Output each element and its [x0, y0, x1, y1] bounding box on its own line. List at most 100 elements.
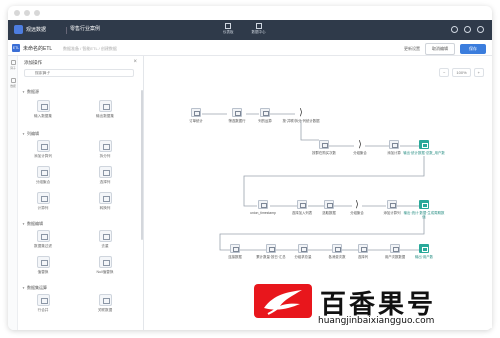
- rail-item-data[interactable]: 数据: [9, 78, 17, 88]
- help-icon[interactable]: [451, 26, 458, 33]
- flow-node-output[interactable]: 输出·统计·数据·生成周期数值: [402, 200, 446, 219]
- node-label: 分组求总量: [294, 255, 312, 259]
- group-label: 数据编辑: [26, 221, 43, 226]
- save-button[interactable]: 保存: [460, 44, 486, 54]
- table-icon: [298, 244, 308, 253]
- group-label: 数据源: [26, 89, 39, 94]
- rail-item-operators[interactable]: 算子: [9, 60, 17, 70]
- table-icon: [358, 244, 368, 253]
- dedupe-icon: [98, 230, 112, 242]
- node-label: union_timestamp: [250, 211, 276, 215]
- chevron-down-icon: ▼: [22, 222, 25, 226]
- table-icon: [266, 244, 276, 253]
- row-merge-icon: [36, 294, 50, 306]
- group-data-edit[interactable]: ▼ 数据编辑: [22, 221, 43, 227]
- null-replace-icon: [98, 256, 112, 268]
- operator-label: 输入数据集: [34, 114, 52, 118]
- operator-label: 计算列: [37, 206, 49, 210]
- table-icon: [319, 140, 329, 149]
- operator-split-column[interactable]: 拆分列: [86, 140, 124, 159]
- user-icon[interactable]: [477, 26, 484, 33]
- panel-title: 添加操作: [24, 60, 42, 65]
- node-label: 输出·统计数据·总数_用户数: [403, 151, 445, 155]
- node-label: 选取数据: [322, 211, 336, 215]
- table-icon: [389, 140, 399, 149]
- flow-node[interactable]: ⟩ 按·并联/拆分·列统计数据: [279, 108, 323, 124]
- node-label: 添加计算: [387, 151, 401, 155]
- group-data-source[interactable]: ▼ 数据源: [22, 89, 39, 95]
- operator-group-aggregate[interactable]: 分组聚合: [24, 166, 62, 185]
- operator-panel: 添加操作 × ▼ 数据源 输入数据集 输出数据集 ▼ 列编辑 添加计算列 拆分列: [18, 56, 144, 330]
- operator-label: 添加计算列: [34, 154, 52, 158]
- input-dataset-icon: [36, 100, 50, 112]
- chevron-down-icon: ▼: [22, 286, 25, 290]
- filter-icon: [36, 230, 50, 242]
- watermark: 百香果号 huangjinbaixiangguo.com: [248, 282, 492, 328]
- data-icon: [10, 78, 16, 83]
- group-label: 数据集运算: [26, 285, 47, 290]
- operator-join-data[interactable]: 关联数据: [86, 294, 124, 313]
- operator-select-column[interactable]: 选择列: [86, 166, 124, 185]
- operator-value-replace[interactable]: 值替换: [24, 256, 62, 275]
- window-dot-minimize[interactable]: [24, 10, 30, 16]
- operator-label: 分组聚合: [35, 180, 51, 184]
- chevron-down-icon: ▼: [22, 90, 25, 94]
- update-settings-link[interactable]: 更新设置: [404, 46, 420, 52]
- group-dataset-ops[interactable]: ▼ 数据集运算: [22, 285, 47, 291]
- operator-output-dataset[interactable]: 输出数据集: [86, 100, 124, 119]
- close-icon[interactable]: ×: [133, 59, 137, 65]
- window-controls: [14, 10, 40, 16]
- project-tabs: 零售行业案例: [70, 25, 100, 32]
- table-icon: [260, 108, 270, 117]
- node-label: 输出·统计·数据·生成周期数值: [403, 211, 445, 219]
- flow-node[interactable]: 订单统计: [174, 108, 218, 123]
- operator-label: 值替换: [37, 270, 49, 274]
- group-column-edit[interactable]: ▼ 列编辑: [22, 131, 39, 137]
- output-dataset-icon: [419, 244, 429, 253]
- operator-row-merge[interactable]: 行合并: [24, 294, 62, 313]
- calc-column-icon: [36, 192, 50, 204]
- operator-search-input[interactable]: [24, 69, 134, 77]
- breadcrumb[interactable]: 数据准备 / 智能ETL / 创建数据: [63, 46, 117, 52]
- window-dot-maximize[interactable]: [34, 10, 40, 16]
- module-tabs: 仪表板 数据中心: [223, 23, 266, 35]
- table-icon: [297, 200, 307, 209]
- data-center-icon: [255, 23, 262, 29]
- convert-column-icon: [98, 192, 112, 204]
- flow-node-output[interactable]: 输出·统计数据·总数_用户数: [402, 140, 446, 155]
- operator-convert-column[interactable]: 转换列: [86, 192, 124, 211]
- node-label: 输出·用户数: [414, 255, 434, 259]
- node-label: 添加计算列: [383, 211, 401, 215]
- join-icon: [230, 244, 240, 253]
- operator-null-replace[interactable]: Null值替换: [86, 256, 124, 275]
- operator-calc-column[interactable]: 计算列: [24, 192, 62, 211]
- watermark-logo: [254, 284, 312, 318]
- project-tab[interactable]: 零售行业案例: [70, 25, 100, 32]
- tab-dashboard[interactable]: 仪表板: [223, 23, 234, 35]
- node-label: 选择列: [357, 255, 369, 259]
- rail-label: 算子: [10, 66, 16, 70]
- top-navigation-bar: 观远数据 零售行业案例 仪表板 数据中心: [8, 20, 492, 40]
- task-name[interactable]: 未命名的ETL: [23, 45, 52, 52]
- flow-node[interactable]: union_timestamp: [241, 200, 285, 215]
- dashboard-icon: [225, 23, 232, 29]
- brand[interactable]: 观远数据: [14, 25, 46, 34]
- node-label: 连接数据: [228, 255, 242, 259]
- tab-data-center[interactable]: 数据中心: [252, 23, 266, 35]
- cancel-edit-button[interactable]: 取消编辑: [425, 43, 455, 55]
- settings-icon[interactable]: [464, 26, 471, 33]
- scrollbar[interactable]: [141, 90, 143, 240]
- join-icon: [98, 294, 112, 306]
- watermark-url: huangjinbaixiangguo.com: [318, 316, 435, 326]
- node-label: 分组聚合: [353, 151, 367, 155]
- window-dot-close[interactable]: [14, 10, 20, 16]
- flow-node-output[interactable]: 输出·用户数: [402, 244, 446, 259]
- operator-input-dataset[interactable]: 输入数据集: [24, 100, 62, 119]
- brand-name: 观远数据: [26, 27, 47, 33]
- operator-add-calc-column[interactable]: 添加计算列: [24, 140, 62, 159]
- table-icon: [390, 244, 400, 253]
- operator-label: 关联数据: [97, 308, 113, 312]
- operator-dataset-filter[interactable]: 数据集过滤: [24, 230, 62, 249]
- output-dataset-icon: [98, 100, 112, 112]
- operator-dedupe[interactable]: 去重: [86, 230, 124, 249]
